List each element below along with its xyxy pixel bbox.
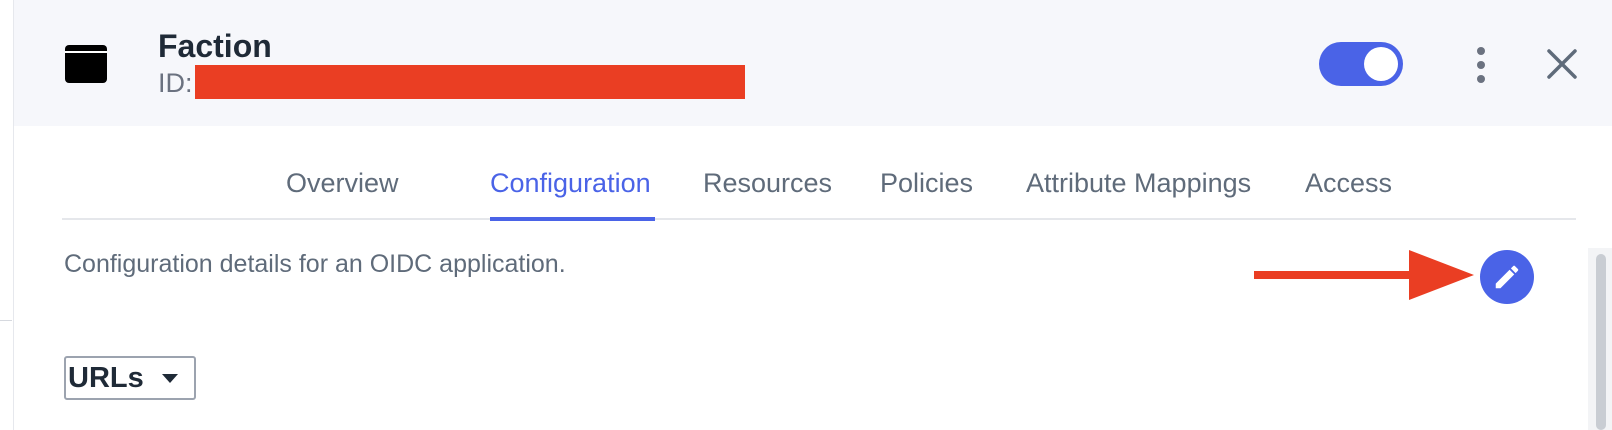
tab-policies[interactable]: Policies: [880, 168, 973, 199]
app-id-label: ID:: [158, 68, 193, 98]
tab-bar: Overview Configuration Resources Policie…: [62, 150, 1576, 221]
background-divider: [0, 320, 12, 321]
application-details-panel: Faction ID: Overview Configuration Resou…: [14, 0, 1612, 430]
tab-overview[interactable]: Overview: [286, 168, 399, 199]
kebab-dot: [1477, 47, 1485, 55]
app-enabled-toggle[interactable]: [1319, 42, 1403, 86]
tab-access[interactable]: Access: [1305, 168, 1392, 199]
active-tab-indicator: [490, 217, 655, 221]
toggle-knob: [1364, 47, 1398, 81]
more-options-button[interactable]: [1471, 44, 1491, 84]
tab-attribute-mappings[interactable]: Attribute Mappings: [1026, 168, 1251, 199]
panel-header: Faction ID:: [14, 0, 1612, 126]
caret-down-icon: [162, 374, 178, 383]
redacted-id-value: [194, 65, 745, 99]
background-page-edge: [0, 0, 14, 430]
kebab-dot: [1477, 61, 1485, 69]
kebab-dot: [1477, 75, 1485, 83]
red-arrow-icon: [1254, 250, 1474, 300]
screen: Faction ID: Overview Configuration Resou…: [0, 0, 1612, 430]
tab-resources[interactable]: Resources: [703, 168, 832, 199]
section-dropdown-label: URLs: [68, 361, 144, 394]
scrollbar-thumb[interactable]: [1596, 254, 1606, 430]
close-icon[interactable]: [1544, 46, 1580, 82]
app-window-icon: [65, 45, 107, 83]
app-id: ID:: [158, 65, 745, 99]
edit-configuration-button[interactable]: [1480, 250, 1534, 304]
app-title: Faction: [158, 28, 272, 64]
urls-section-dropdown[interactable]: URLs: [64, 356, 196, 400]
configuration-description: Configuration details for an OIDC applic…: [64, 250, 566, 278]
tab-configuration[interactable]: Configuration: [490, 168, 651, 199]
pencil-icon: [1495, 265, 1519, 289]
